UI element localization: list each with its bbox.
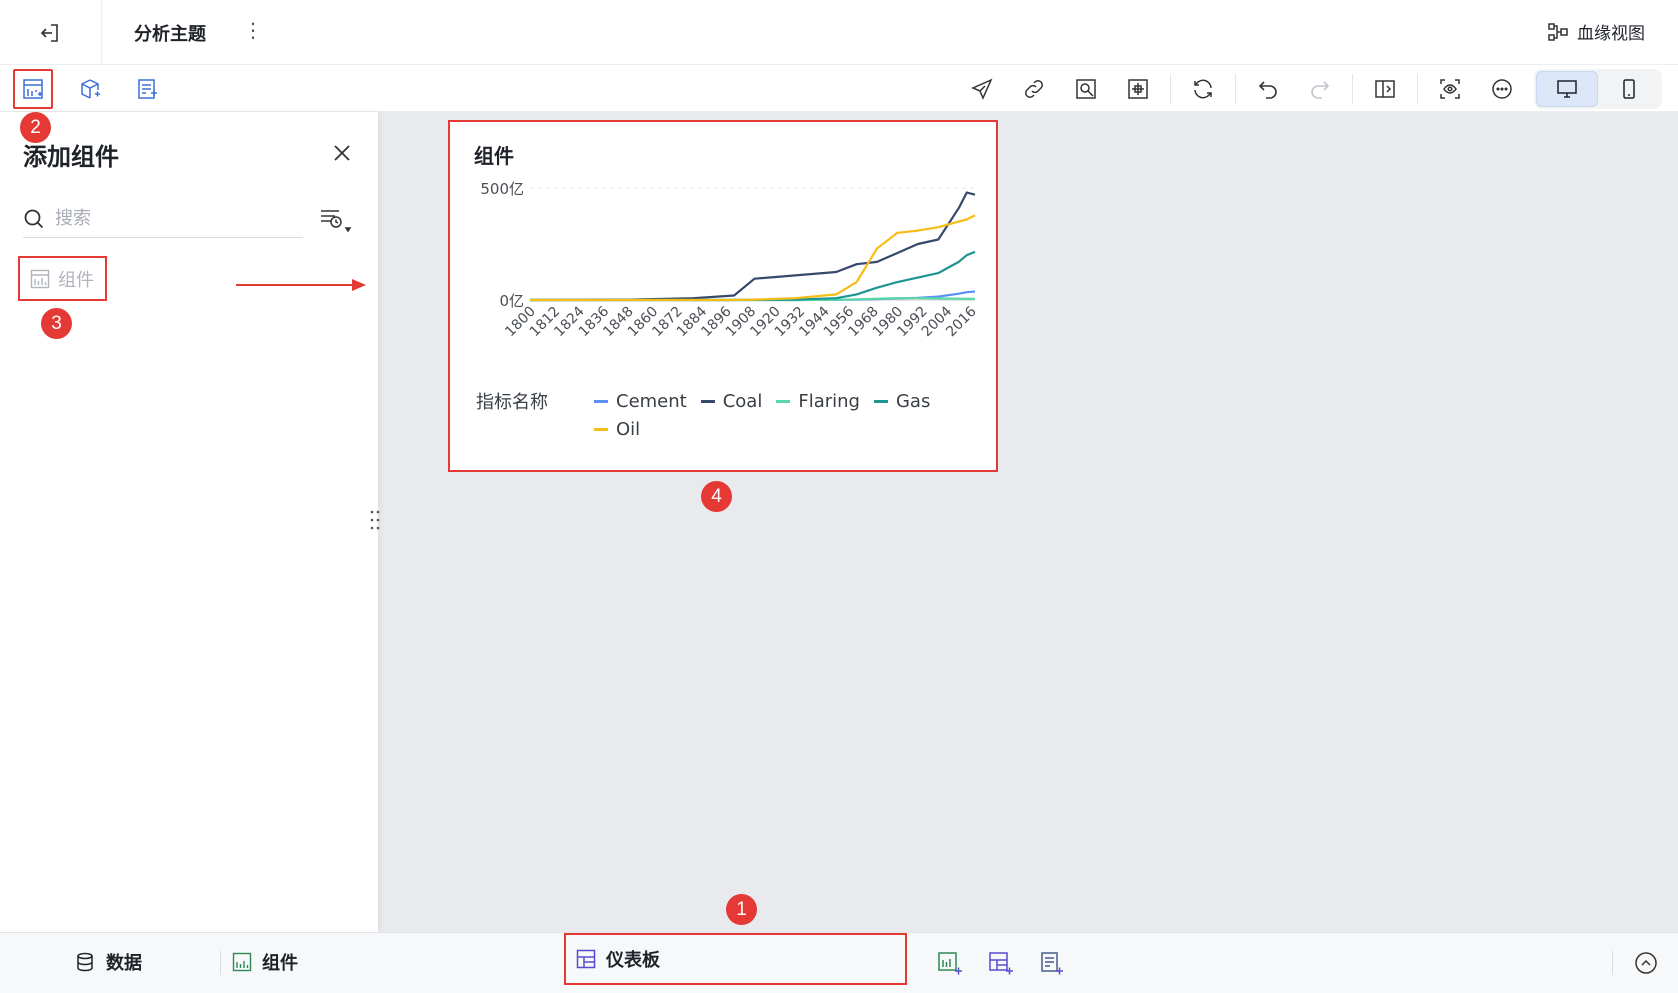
annotation-badge-2: 2 (20, 112, 51, 143)
cube-plus-icon (81, 79, 100, 99)
dashboard-icon (576, 949, 596, 969)
divider (220, 951, 221, 975)
top-bar: 分析主题 ⋮ 血缘视图 (0, 0, 1678, 65)
add-component-icon (23, 79, 43, 99)
legend-title: 指标名称 (476, 392, 548, 413)
add-component-button[interactable] (13, 69, 53, 109)
search-field (23, 200, 303, 238)
series-line-gas (530, 250, 976, 302)
add-dashboard-icon[interactable] (981, 943, 1021, 983)
y-tick-label: 0亿 (499, 292, 524, 310)
legend-swatch (700, 399, 715, 403)
tab-data[interactable]: 数据 (74, 949, 142, 975)
exit-icon[interactable] (35, 19, 65, 47)
legend-label: Gas (895, 390, 931, 412)
add-dataset-button[interactable] (70, 69, 110, 109)
divider (101, 0, 102, 64)
more-vertical-icon[interactable]: ⋮ (243, 18, 263, 42)
layout-icon[interactable] (1118, 69, 1158, 109)
lineage-view-button[interactable]: 血缘视图 (1547, 19, 1645, 44)
divider (1612, 951, 1613, 975)
divider (1235, 74, 1236, 104)
undo-icon[interactable] (1248, 69, 1288, 109)
legend-item-oil[interactable]: Oil (594, 419, 640, 440)
add-report-icon[interactable] (1032, 943, 1072, 983)
bottom-bar: 数据 组件 仪表板 (0, 932, 1678, 993)
lineage-view-label: 血缘视图 (1577, 24, 1645, 44)
annotation-badge-4: 4 (701, 481, 732, 512)
tab-component-label: 组件 (262, 953, 298, 974)
mobile-icon[interactable] (1598, 71, 1660, 107)
search-input[interactable] (55, 208, 285, 229)
legend-label: Coal (722, 390, 763, 412)
legend-label: Oil (616, 418, 641, 440)
link-icon[interactable] (1014, 69, 1054, 109)
legend-item-flaring[interactable]: Flaring (776, 391, 860, 412)
close-icon[interactable] (329, 140, 355, 166)
drag-arrow (236, 279, 366, 291)
legend-swatch (594, 427, 608, 431)
lineage-icon (1548, 22, 1568, 41)
series-line-oil (530, 214, 976, 302)
redo-icon[interactable] (1300, 69, 1340, 109)
tab-data-label: 数据 (106, 953, 142, 974)
chart-widget[interactable]: 组件 0亿 500亿 1800 1812 1824 1836 1848 1860 1872 188… (448, 120, 998, 472)
desktop-icon[interactable] (1536, 71, 1598, 107)
preview-icon[interactable] (1066, 69, 1106, 109)
refresh-icon[interactable] (1183, 69, 1223, 109)
component-list-item[interactable]: 组件 (18, 256, 107, 301)
divider (1417, 74, 1418, 104)
add-chart-icon[interactable] (930, 943, 970, 983)
device-toggle (1534, 69, 1662, 109)
divider (1170, 74, 1171, 104)
chart-component-icon (30, 269, 50, 288)
more-icon[interactable] (1482, 69, 1522, 109)
toolbar (0, 65, 1678, 112)
legend-item-coal[interactable]: Coal (700, 390, 763, 412)
send-icon[interactable] (962, 69, 1002, 109)
annotation-badge-3: 3 (41, 308, 72, 339)
tab-component[interactable]: 组件 (232, 949, 298, 975)
legend-label: Cement (616, 390, 687, 412)
series-line-coal (529, 191, 976, 302)
search-icon (24, 209, 44, 228)
chart-component-icon (232, 952, 252, 972)
divider (1352, 74, 1353, 104)
legend-item-cement[interactable]: Cement (594, 391, 687, 412)
sort-filter-icon[interactable] (315, 204, 355, 238)
legend-label: Flaring (798, 390, 860, 412)
add-component-panel: 添加组件 组件 (0, 112, 378, 932)
legend-swatch (776, 399, 791, 403)
chart-legend: 指标名称 Cement Coal Flaring Gas Oil (476, 387, 976, 443)
annotation-badge-1: 1 (726, 894, 757, 925)
view-mode-icon[interactable] (1430, 69, 1470, 109)
collapse-up-icon[interactable] (1626, 943, 1666, 983)
add-text-button[interactable] (127, 69, 167, 109)
line-chart: 0亿500亿1800181218241836184818601872188418… (480, 180, 979, 340)
page-title: 分析主题 (134, 24, 206, 45)
database-icon (77, 952, 93, 972)
legend-swatch (594, 399, 608, 403)
sidebar-toggle-icon[interactable] (1365, 69, 1405, 109)
y-tick-label: 500亿 (480, 180, 524, 198)
tab-dashboard[interactable]: 仪表板 (564, 933, 907, 985)
panel-resize-handle[interactable] (368, 507, 382, 533)
tab-dashboard-label: 仪表板 (606, 950, 660, 971)
component-item-label: 组件 (58, 269, 94, 291)
legend-swatch (873, 399, 888, 403)
text-plus-icon (138, 79, 157, 99)
legend-item-gas[interactable]: Gas (873, 390, 931, 412)
